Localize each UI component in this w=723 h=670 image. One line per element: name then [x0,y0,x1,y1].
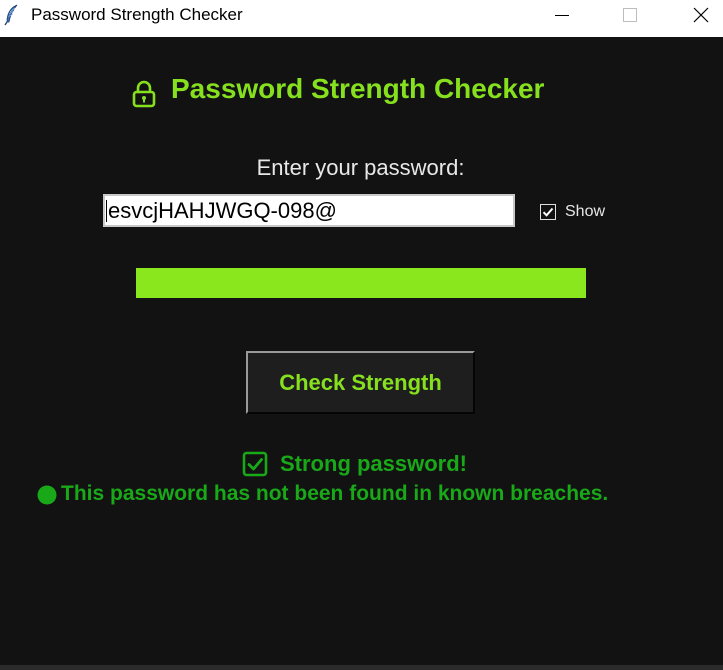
lock-icon [132,80,156,108]
feather-icon [4,4,18,26]
checkmark-icon [542,207,554,217]
password-prompt-label: Enter your password: [256,155,465,180]
app-window: Password Strength Checker Password Stren… [0,0,723,670]
minimize-button[interactable] [539,0,585,30]
show-password-checkbox[interactable] [540,204,556,220]
breach-message: This password has not been found in know… [61,482,609,505]
check-box-icon [242,451,268,477]
close-button[interactable] [678,0,723,30]
strength-message: Strong password! [280,451,468,476]
password-input[interactable] [103,194,515,227]
strength-result: Strong password! [242,450,467,478]
main-content: Password Strength Checker Enter your pas… [0,37,723,667]
window-title: Password Strength Checker [31,5,243,24]
window-bottom-edge [0,665,723,670]
close-icon [693,7,709,23]
page-title: Password Strength Checker [171,73,545,104]
green-circle-icon [37,485,57,505]
breach-result: This password has not been found in know… [36,481,608,507]
maximize-button[interactable] [607,0,653,30]
minimize-icon [555,15,569,16]
text-caret [106,200,107,222]
header: Password Strength Checker [0,72,723,108]
strength-meter-fill [136,268,586,298]
maximize-icon [623,8,637,22]
show-password-toggle[interactable]: Show [540,202,605,222]
show-password-label: Show [565,203,606,220]
check-strength-button[interactable]: Check Strength [246,351,475,414]
title-bar: Password Strength Checker [0,0,723,37]
strength-meter [136,268,586,298]
